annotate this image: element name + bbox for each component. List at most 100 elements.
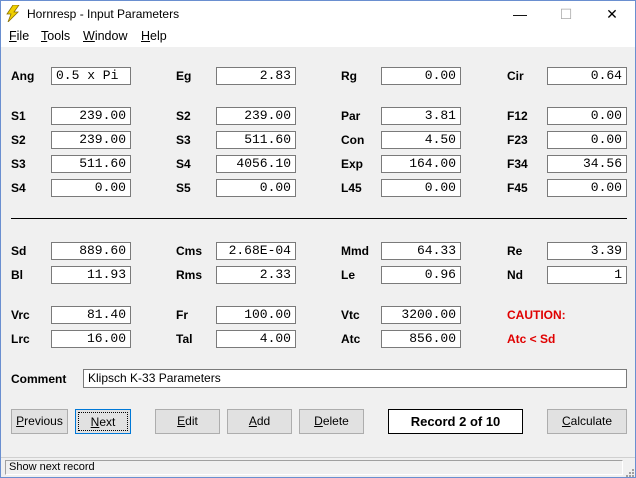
field-cir[interactable]: 0.64	[547, 67, 627, 85]
label-vrc: Vrc	[11, 308, 30, 322]
field-bl[interactable]: 11.93	[51, 266, 131, 284]
field-rg[interactable]: 0.00	[381, 67, 461, 85]
label-s2: S2	[11, 133, 26, 147]
label-fr: Fr	[176, 308, 188, 322]
label-s5: S5	[176, 181, 191, 195]
field-f45[interactable]: 0.00	[547, 179, 627, 197]
label-sd: Sd	[11, 244, 27, 258]
record-indicator: Record 2 of 10	[388, 409, 523, 434]
menu-help-label: elp	[150, 29, 167, 43]
label-par: Par	[341, 109, 361, 123]
next-focus-ring: Next	[78, 412, 128, 431]
label-tal: Tal	[176, 332, 193, 346]
field-cms[interactable]: 2.68E-04	[216, 242, 296, 260]
label-s2-col2: S2	[176, 109, 191, 123]
comment-field[interactable]: Klipsch K-33 Parameters	[83, 369, 627, 388]
title-bar[interactable]: Hornresp - Input Parameters — ☐ ✕	[1, 1, 635, 27]
resize-grip-icon[interactable]	[624, 467, 634, 477]
field-atc[interactable]: 856.00	[381, 330, 461, 348]
field-eg[interactable]: 2.83	[216, 67, 296, 85]
label-bl: Bl	[11, 268, 23, 282]
edit-button[interactable]: Edit	[155, 409, 220, 434]
field-re[interactable]: 3.39	[547, 242, 627, 260]
add-button[interactable]: Add	[227, 409, 292, 434]
field-nd[interactable]: 1	[547, 266, 627, 284]
field-f12[interactable]: 0.00	[547, 107, 627, 125]
field-l45[interactable]: 0.00	[381, 179, 461, 197]
status-bar: Show next record	[1, 457, 635, 477]
calculate-button[interactable]: Calculate	[547, 409, 627, 434]
menu-help[interactable]: Help	[141, 29, 167, 43]
field-f34[interactable]: 34.56	[547, 155, 627, 173]
main-window: Hornresp - Input Parameters — ☐ ✕ File T…	[0, 0, 636, 478]
field-fr[interactable]: 100.00	[216, 306, 296, 324]
field-vrc[interactable]: 81.40	[51, 306, 131, 324]
maximize-button[interactable]: ☐	[543, 1, 589, 27]
field-s3-col2[interactable]: 511.60	[216, 131, 296, 149]
label-le: Le	[341, 268, 356, 282]
menu-file-label: ile	[16, 29, 30, 43]
field-lrc[interactable]: 16.00	[51, 330, 131, 348]
field-exp[interactable]: 164.00	[381, 155, 461, 173]
minimize-button[interactable]: —	[497, 1, 543, 27]
field-s2[interactable]: 239.00	[51, 131, 131, 149]
menu-window[interactable]: Window	[83, 29, 127, 43]
menu-window-label: indow	[94, 29, 128, 43]
label-atc: Atc	[341, 332, 361, 346]
field-s1[interactable]: 239.00	[51, 107, 131, 125]
label-l45: L45	[341, 181, 362, 195]
label-exp: Exp	[341, 157, 364, 171]
field-mmd[interactable]: 64.33	[381, 242, 461, 260]
status-text: Show next record	[5, 460, 623, 475]
field-le[interactable]: 0.96	[381, 266, 461, 284]
comment-label: Comment	[11, 372, 67, 386]
previous-button[interactable]: Previous	[11, 409, 68, 434]
label-f45: F45	[507, 181, 528, 195]
field-sd[interactable]: 889.60	[51, 242, 131, 260]
field-s5[interactable]: 0.00	[216, 179, 296, 197]
field-vtc[interactable]: 3200.00	[381, 306, 461, 324]
menu-bar: File Tools Window Help	[1, 27, 635, 47]
label-ang: Ang	[11, 69, 35, 83]
delete-key: D	[314, 414, 323, 428]
label-f23: F23	[507, 133, 528, 147]
previous-label: revious	[24, 414, 63, 428]
delete-button[interactable]: Delete	[299, 409, 364, 434]
field-f23[interactable]: 0.00	[547, 131, 627, 149]
label-s3-col2: S3	[176, 133, 191, 147]
field-ang[interactable]: 0.5 x Pi	[51, 67, 131, 85]
add-key: A	[248, 414, 257, 428]
label-f12: F12	[507, 109, 528, 123]
input-parameters-panel: Ang 0.5 x Pi Eg 2.83 Rg 0.00 Cir 0.64 S1…	[1, 47, 635, 457]
label-cir: Cir	[507, 69, 524, 83]
label-s4-col2: S4	[176, 157, 191, 171]
field-con[interactable]: 4.50	[381, 131, 461, 149]
section-divider	[11, 218, 627, 219]
label-f34: F34	[507, 157, 528, 171]
previous-key: P	[16, 414, 25, 428]
label-rg: Rg	[341, 69, 357, 83]
label-s1: S1	[11, 109, 26, 123]
field-par[interactable]: 3.81	[381, 107, 461, 125]
window-title: Hornresp - Input Parameters	[27, 7, 180, 21]
next-button[interactable]: Next	[75, 409, 131, 434]
menu-tools-label: ools	[47, 29, 71, 43]
menu-tools[interactable]: Tools	[41, 29, 70, 43]
menu-file[interactable]: File	[9, 29, 29, 43]
lightning-icon	[6, 5, 20, 22]
label-mmd: Mmd	[341, 244, 369, 258]
label-vtc: Vtc	[341, 308, 360, 322]
field-s4[interactable]: 0.00	[51, 179, 131, 197]
add-label: dd	[256, 414, 271, 428]
caution-message: Atc < Sd	[507, 332, 556, 346]
delete-label: elete	[322, 414, 349, 428]
close-button[interactable]: ✕	[589, 1, 635, 27]
field-tal[interactable]: 4.00	[216, 330, 296, 348]
field-s3[interactable]: 511.60	[51, 155, 131, 173]
caution-title: CAUTION:	[507, 308, 566, 322]
menu-window-key: W	[83, 29, 95, 43]
field-s2-col2[interactable]: 239.00	[216, 107, 296, 125]
label-lrc: Lrc	[11, 332, 30, 346]
field-s4-col2[interactable]: 4056.10	[216, 155, 296, 173]
field-rms[interactable]: 2.33	[216, 266, 296, 284]
